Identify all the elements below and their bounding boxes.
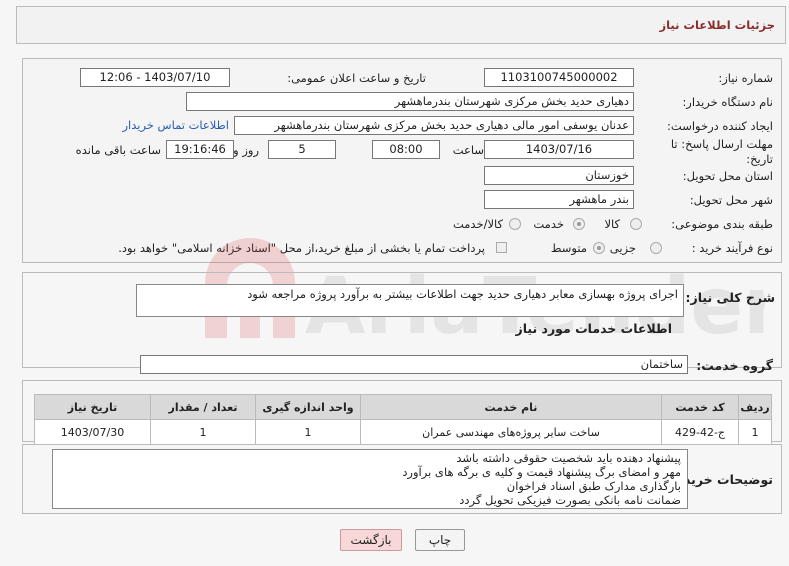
category-radio-service[interactable] — [573, 218, 585, 230]
creator-label: ایجاد کننده درخواست: — [667, 119, 773, 133]
days-field: 5 — [268, 140, 336, 159]
category-radio-goods[interactable] — [630, 218, 642, 230]
buyer-field: دهیاری حدید بخش مرکزی شهرستان بندرماهشهر — [186, 92, 634, 111]
city-label: شهر محل تحویل: — [689, 193, 773, 207]
col-service-code: کد خدمت — [661, 394, 739, 420]
category-option-goods-service: کالا/خدمت — [452, 217, 503, 231]
creator-field: عدنان یوسفی امور مالی دهیاری حدید بخش مر… — [234, 116, 634, 135]
header-bar: جزئیات اطلاعات نیاز — [16, 6, 786, 44]
category-option-service: خدمت — [533, 217, 564, 231]
services-table: ردیف کد خدمت نام خدمت واحد اندازه گیری ت… — [34, 394, 772, 445]
back-button[interactable]: بازگشت — [340, 529, 402, 551]
announce-label: تاریخ و ساعت اعلان عمومی: — [287, 71, 426, 85]
buyer-contact-link[interactable]: اطلاعات تماس خریدار — [122, 118, 229, 132]
process-option-medium: متوسط — [550, 241, 587, 255]
buyer-note-line: ضمانت نامه بانکی بصورت فیزیکی تحویل گردد — [459, 493, 681, 507]
time-label: ساعت — [452, 143, 484, 157]
buyer-note-line: بارگذاری مدارک طبق اسناد فراخوان — [506, 479, 681, 493]
deadline-date-field: 1403/07/16 — [484, 140, 634, 159]
table-row: 1 ج-42-429 ساخت سایر پروژه‌های مهندسی عم… — [34, 419, 772, 445]
cell-unit: 1 — [255, 419, 361, 445]
payment-note: پرداخت تمام یا بخشی از مبلغ خرید،از محل … — [118, 241, 485, 255]
process-label: نوع فرآیند خرید : — [691, 241, 773, 255]
print-button[interactable]: چاپ — [415, 529, 465, 551]
city-field: بندر ماهشهر — [484, 190, 634, 209]
service-group-field: ساختمان — [140, 355, 688, 374]
province-field: خوزستان — [484, 166, 634, 185]
col-row-number: ردیف — [738, 394, 772, 420]
summary-label: شرح کلی نیاز: — [685, 290, 775, 305]
buyer-note-line: مهر و امضای برگ پیشنهاد قیمت و کلیه ی بر… — [402, 465, 681, 479]
col-quantity: تعداد / مقدار — [150, 394, 256, 420]
cell-quantity: 1 — [150, 419, 256, 445]
remaining-label: ساعت باقی مانده — [75, 143, 161, 157]
deadline-label: مهلت ارسال پاسخ: تا تاریخ: — [670, 137, 773, 166]
category-option-goods: کالا — [604, 217, 620, 231]
col-service-name: نام خدمت — [360, 394, 662, 420]
buyer-notes-textarea[interactable]: پیشنهاد دهنده باید شخصیت حقوقی داشته باش… — [52, 449, 688, 509]
cell-service-name: ساخت سایر پروژه‌های مهندسی عمران — [360, 419, 662, 445]
category-radio-goods-service[interactable] — [509, 218, 521, 230]
buyer-note-line: پیشنهاد دهنده باید شخصیت حقوقی داشته باش… — [456, 451, 681, 465]
need-number-field: 1103100745000002 — [484, 68, 634, 87]
service-group-label: گروه خدمت: — [696, 358, 773, 373]
treasury-payment-checkbox[interactable] — [496, 242, 507, 253]
col-unit: واحد اندازه گیری — [255, 394, 361, 420]
summary-textarea[interactable]: اجرای پروژه بهسازی معابر دهیاری حدید جهت… — [136, 284, 684, 317]
process-radio-minor[interactable] — [650, 242, 662, 254]
process-option-minor: جزیی — [609, 241, 636, 255]
cell-row-number: 1 — [738, 419, 772, 445]
table-header-row: ردیف کد خدمت نام خدمت واحد اندازه گیری ت… — [34, 394, 772, 420]
page-title: جزئیات اطلاعات نیاز — [659, 18, 775, 32]
col-need-date: تاریخ نیاز — [34, 394, 151, 420]
province-label: استان محل تحویل: — [682, 169, 773, 183]
deadline-time-field: 08:00 — [372, 140, 440, 159]
process-radio-medium[interactable] — [593, 242, 605, 254]
announce-field: 1403/07/10 - 12:06 — [80, 68, 230, 87]
cell-service-code: ج-42-429 — [661, 419, 739, 445]
cell-need-date: 1403/07/30 — [34, 419, 151, 445]
buyer-label: نام دستگاه خریدار: — [682, 95, 773, 109]
need-number-label: شماره نیاز: — [718, 71, 773, 85]
category-label: طبقه بندی موضوعی: — [671, 217, 773, 231]
services-section-title: اطلاعات خدمات مورد نیاز — [515, 321, 673, 336]
days-label: روز و — [233, 143, 259, 157]
remaining-time-field: 19:16:46 — [166, 140, 234, 159]
